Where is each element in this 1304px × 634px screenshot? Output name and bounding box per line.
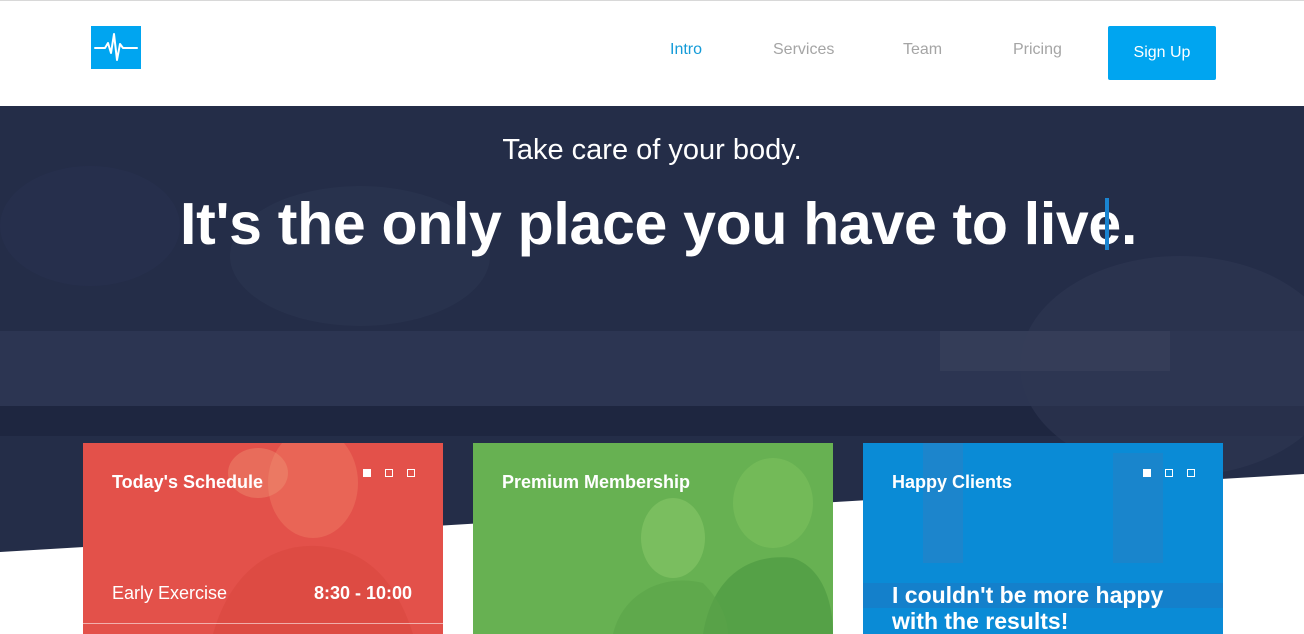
carousel-dot-3[interactable] — [1187, 469, 1195, 477]
sign-up-button[interactable]: Sign Up — [1108, 26, 1216, 80]
carousel-dot-2[interactable] — [1165, 469, 1173, 477]
carousel-dot-3[interactable] — [407, 469, 415, 477]
card-title: Today's Schedule — [112, 472, 263, 492]
carousel-dot-2[interactable] — [385, 469, 393, 477]
schedule-item-time: 8:30 - 10:00 — [313, 583, 412, 603]
nav-intro[interactable]: Intro — [670, 41, 702, 59]
nav-pricing[interactable]: Pricing — [1013, 41, 1062, 59]
clients-card[interactable]: Happy Clients I couldn't be more happy w… — [863, 443, 1223, 634]
schedule-item-name: Early Exercise — [112, 583, 228, 603]
divider — [83, 623, 443, 624]
membership-card[interactable]: Premium Membership — [473, 443, 833, 634]
carousel-dot-1[interactable] — [1143, 469, 1151, 477]
schedule-card[interactable]: Today's Schedule Early Exercise 8:30 - 1… — [83, 443, 443, 634]
carousel-dot-1[interactable] — [363, 469, 371, 477]
card-title: Premium Membership — [502, 472, 691, 492]
nav-team[interactable]: Team — [903, 41, 942, 59]
card-title: Happy Clients — [892, 472, 1013, 492]
carousel-dots — [1143, 469, 1203, 479]
site-header: Intro Services Team Pricing Sign Up — [0, 1, 1304, 106]
testimonial-quote: I couldn't be more happy with the result… — [892, 582, 1164, 634]
carousel-dots — [363, 469, 423, 479]
nav-services[interactable]: Services — [773, 41, 834, 59]
